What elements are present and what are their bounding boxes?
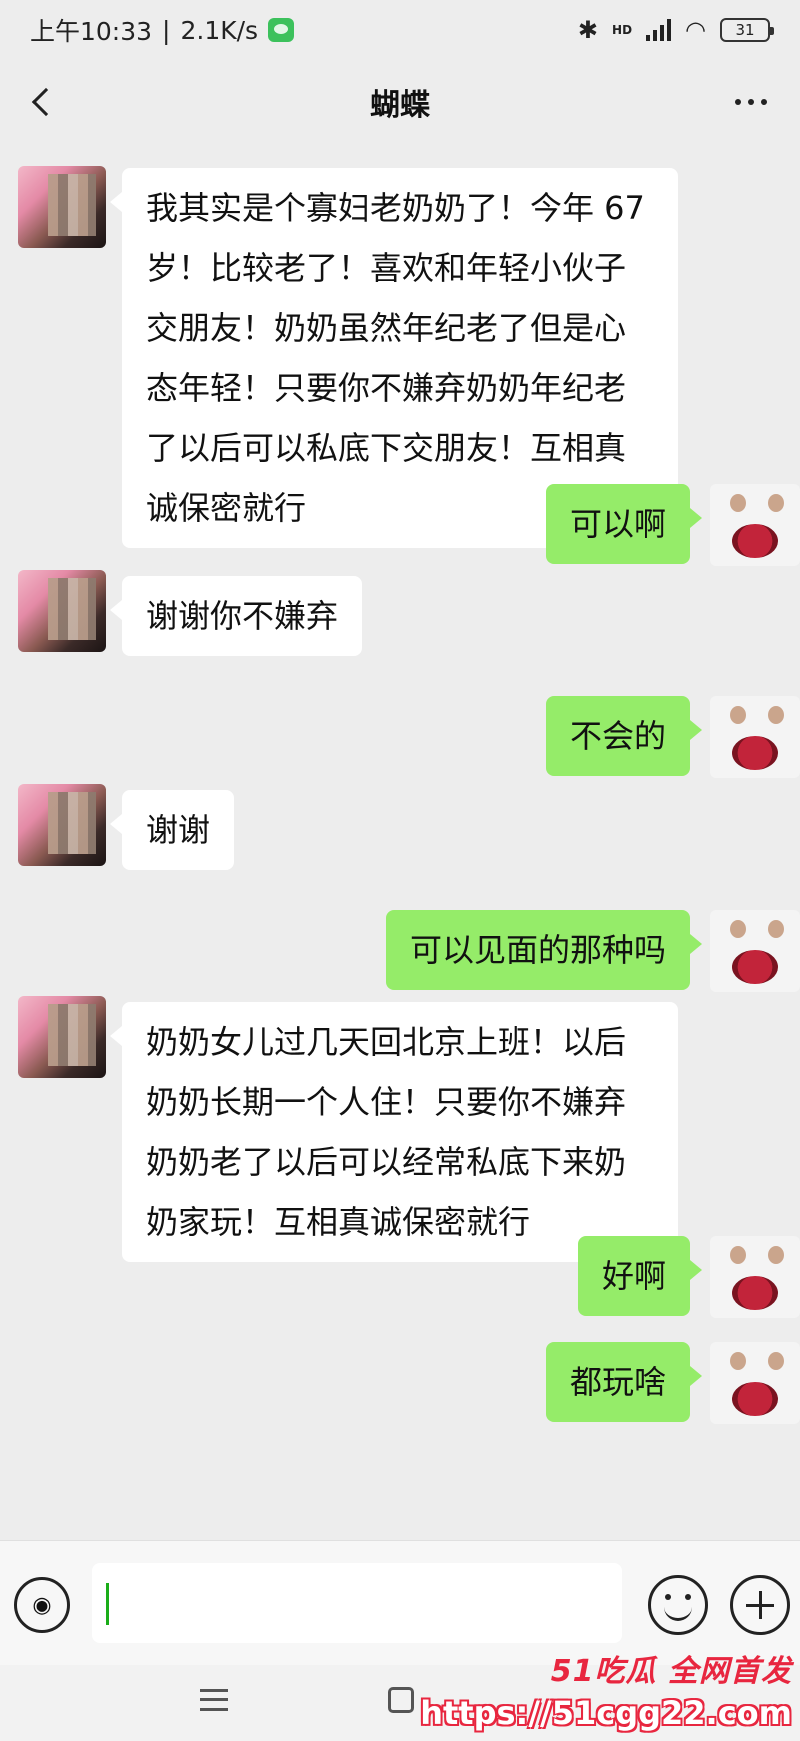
- title-bar: 蝴蝶: [0, 62, 800, 142]
- chat-title: 蝴蝶: [370, 88, 430, 123]
- outgoing-message-bubble[interactable]: 可以啊: [545, 484, 703, 564]
- user-avatar[interactable]: [710, 484, 800, 566]
- user-avatar[interactable]: [710, 696, 800, 778]
- signal-icon: [646, 19, 672, 41]
- status-bar: 上午10:33 | 2.1K/s ✱ HD ◠ 31: [0, 0, 800, 60]
- more-dot-icon: [735, 99, 741, 105]
- user-avatar[interactable]: [710, 1342, 800, 1424]
- more-functions-button[interactable]: [730, 1575, 790, 1635]
- wechat-notification-icon: [268, 18, 295, 42]
- battery-level: 31: [735, 21, 755, 39]
- incoming-message-bubble[interactable]: 谢谢你不嫌弃: [109, 576, 363, 656]
- status-divider: |: [162, 15, 171, 45]
- bluetooth-icon: ✱: [577, 16, 599, 44]
- status-time: 上午10:33: [30, 17, 153, 46]
- text-cursor: [106, 1583, 109, 1625]
- message-list[interactable]: 我其实是个寡妇老奶奶了！今年 67 岁！比较老了！喜欢和年轻小伙子交朋友！奶奶虽…: [0, 150, 800, 1535]
- message-input[interactable]: [92, 1563, 622, 1643]
- watermark: 51吃瓜 全网首发 https://51cgg22.com: [420, 1646, 792, 1732]
- outgoing-message-bubble[interactable]: 都玩啥: [545, 1342, 703, 1422]
- contact-avatar[interactable]: [18, 784, 106, 866]
- menu-icon[interactable]: [200, 1689, 228, 1711]
- wifi-icon: ◠: [685, 16, 706, 44]
- more-dot-icon: [748, 99, 754, 105]
- watermark-url: https://51cgg22.com: [420, 1694, 792, 1732]
- user-avatar[interactable]: [710, 910, 800, 992]
- watermark-brand: 51吃瓜 全网首发: [550, 1654, 792, 1689]
- home-icon[interactable]: [388, 1687, 414, 1713]
- voice-input-button[interactable]: ◉: [14, 1577, 70, 1633]
- incoming-message-bubble[interactable]: 奶奶女儿过几天回北京上班！以后奶奶长期一个人住！只要你不嫌弃奶奶老了以后可以经常…: [110, 1002, 678, 1262]
- battery-icon: 31: [720, 18, 774, 42]
- emoji-button[interactable]: [648, 1575, 708, 1635]
- status-right: ✱ HD ◠ 31: [577, 16, 774, 44]
- network-type-label: HD: [612, 23, 633, 37]
- contact-avatar[interactable]: [18, 996, 106, 1078]
- user-avatar[interactable]: [710, 1236, 800, 1318]
- voice-icon: ◉: [32, 1592, 52, 1618]
- more-options-button[interactable]: [724, 82, 778, 122]
- outgoing-message-bubble[interactable]: 好啊: [577, 1236, 703, 1316]
- incoming-message-bubble[interactable]: 谢谢: [109, 790, 235, 870]
- chevron-left-icon: [31, 87, 61, 117]
- status-left: 上午10:33 | 2.1K/s: [30, 12, 295, 48]
- contact-avatar[interactable]: [18, 570, 106, 652]
- outgoing-message-bubble[interactable]: 可以见面的那种吗: [385, 910, 703, 990]
- status-speed: 2.1K/s: [180, 15, 259, 45]
- contact-avatar[interactable]: [18, 166, 106, 248]
- back-button[interactable]: [18, 78, 66, 126]
- more-dot-icon: [761, 99, 767, 105]
- outgoing-message-bubble[interactable]: 不会的: [545, 696, 703, 776]
